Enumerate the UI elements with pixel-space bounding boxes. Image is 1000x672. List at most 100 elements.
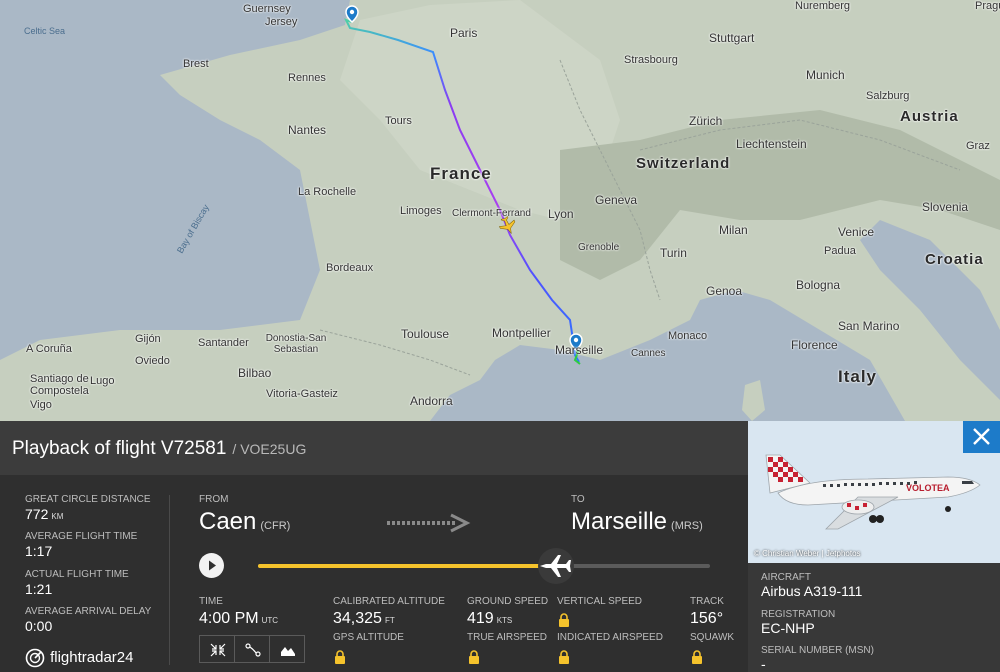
squawk-lock-icon[interactable] <box>691 650 703 664</box>
actual-flight-time-value: 1:21 <box>25 581 53 597</box>
map-label-celtic-sea: Celtic Sea <box>24 26 66 36</box>
map-label-venice: Venice <box>838 225 875 239</box>
indicated-airspeed-lock-icon[interactable] <box>558 650 570 664</box>
map-label-milan: Milan <box>719 223 748 237</box>
callsign-subtitle: / VOE25UG <box>232 441 307 457</box>
avg-arrival-delay-value: 0:00 <box>25 618 53 634</box>
ground-speed-unit: KTS <box>496 616 513 625</box>
map-label-guernsey: Guernsey <box>243 3 291 15</box>
map-label-switzerland: Switzerland <box>636 155 731 172</box>
vertical-speed-lock-icon[interactable] <box>558 613 570 627</box>
map-label-prague: Prague <box>975 0 1000 12</box>
indicated-airspeed-label: INDICATED AIRSPEED <box>557 632 663 643</box>
serial-number-value: - <box>761 656 766 672</box>
vertical-speed-label: VERTICAL SPEED <box>557 596 643 607</box>
map-label-italy: Italy <box>838 367 878 386</box>
map-label-salzburg: Salzburg <box>866 90 910 102</box>
to-label: TO <box>571 494 585 505</box>
flightradar24-logo[interactable]: flightradar24 <box>25 647 133 669</box>
map-label-turin: Turin <box>660 246 687 260</box>
map-label-france: France <box>430 164 492 183</box>
map-label-graz: Graz <box>966 140 990 152</box>
destination-code: (MRS) <box>671 520 703 532</box>
map-label-cannes: Cannes <box>631 348 666 359</box>
time-unit: UTC <box>261 616 279 625</box>
map-label-andorra: Andorra <box>410 394 453 408</box>
map-label-nantes: Nantes <box>288 123 327 137</box>
squawk-label: SQUAWK <box>690 632 735 643</box>
graph-icon <box>281 647 295 656</box>
map-label-lugo: Lugo <box>90 375 115 387</box>
ground-speed-label: GROUND SPEED <box>467 596 549 607</box>
map-label-tours: Tours <box>385 115 412 127</box>
ground-speed-number: 419 <box>467 610 494 627</box>
avg-flight-time-value: 1:17 <box>25 543 53 559</box>
map-label-oviedo: Oviedo <box>135 355 170 367</box>
aircraft-value: Airbus A319-111 <box>761 583 863 599</box>
map-label-liechtenstein: Liechtenstein <box>736 137 807 151</box>
aircraft-label: AIRCRAFT <box>761 572 811 583</box>
map-label-vitoria-gasteiz: Vitoria-Gasteiz <box>266 388 338 400</box>
ground-speed-value: 419 KTS <box>467 610 512 628</box>
time-value: 4:00 PM UTC <box>199 610 278 628</box>
playback-handle[interactable] <box>538 548 575 584</box>
cal-alt-number: 34,325 <box>333 610 382 627</box>
map-label-slovenia: Slovenia <box>922 200 969 214</box>
gps-altitude-label: GPS ALTITUDE <box>333 632 404 643</box>
map-label-austria: Austria <box>900 108 959 125</box>
map-label-grenoble: Grenoble <box>578 242 620 253</box>
map-label-zurich: Zürich <box>689 114 723 128</box>
map-label-donostia: Donostia-San Sebastian <box>265 333 327 355</box>
fullscreen-button[interactable] <box>199 635 235 663</box>
map-label-bilbao: Bilbao <box>238 366 272 380</box>
route-arrow-icon <box>387 513 471 533</box>
map-label-florence: Florence <box>791 338 838 352</box>
map-label-croatia: Croatia <box>925 251 984 268</box>
calibrated-altitude-value: 34,325 FT <box>333 610 395 628</box>
track-value: 156° <box>690 610 724 627</box>
map-label-toulouse: Toulouse <box>401 327 450 341</box>
playback-progress-bar[interactable] <box>258 564 710 568</box>
origin-city: Caen (CFR) <box>199 508 290 536</box>
destination-city: Marseille (MRS) <box>571 508 703 536</box>
altitude-graph-button[interactable] <box>269 635 305 663</box>
avg-arrival-delay-label: AVERAGE ARRIVAL DELAY <box>25 606 152 617</box>
map-label-paris: Paris <box>450 26 478 40</box>
close-button[interactable] <box>963 421 1000 453</box>
true-airspeed-lock-icon[interactable] <box>468 650 480 664</box>
playback-progress-fill <box>258 564 557 568</box>
from-label: FROM <box>199 494 229 505</box>
map-label-marseille: Marseille <box>555 343 604 357</box>
photo-credit[interactable]: © Christian Weber | Jetphotos <box>754 549 861 558</box>
aircraft-info-panel: AIRCRAFT Airbus A319-111 REGISTRATION EC… <box>748 563 1000 672</box>
livery-text: VOLOTEA <box>906 483 950 493</box>
play-button[interactable] <box>199 553 224 578</box>
map-label-lyon: Lyon <box>548 207 574 221</box>
flight-title: Playback of flight V72581 <box>12 438 227 459</box>
time-number: 4:00 PM <box>199 610 259 627</box>
radar-icon <box>25 648 45 667</box>
calibrated-altitude-label: CALIBRATED ALTITUDE <box>333 596 445 607</box>
gc-distance-label: GREAT CIRCLE DISTANCE <box>25 494 151 505</box>
actual-flight-time-label: ACTUAL FLIGHT TIME <box>25 569 129 580</box>
registration-label: REGISTRATION <box>761 609 836 620</box>
aircraft-handle-icon <box>540 555 572 577</box>
gc-distance-unit: KM <box>51 512 64 521</box>
serial-number-label: SERIAL NUMBER (MSN) <box>761 645 874 656</box>
map-label-genoa: Genoa <box>706 284 743 298</box>
map-label-stuttgart: Stuttgart <box>709 31 755 45</box>
route-view-button[interactable] <box>234 635 270 663</box>
cal-alt-unit: FT <box>384 616 395 625</box>
flight-map[interactable]: Guernsey Jersey Paris Stuttgart Munich S… <box>0 0 1000 421</box>
destination-city-name: Marseille <box>571 508 668 535</box>
collapse-arrows-icon <box>210 643 226 657</box>
map-label-a-coruna: A Coruña <box>26 343 72 355</box>
gps-altitude-lock-icon[interactable] <box>334 650 346 664</box>
map-label-limoges: Limoges <box>400 205 442 217</box>
track-label: TRACK <box>690 596 724 607</box>
route-icon <box>245 643 261 657</box>
map-label-bordeaux: Bordeaux <box>326 262 374 274</box>
map-label-nuremberg: Nuremberg <box>795 0 851 12</box>
map-label-strasbourg: Strasbourg <box>624 54 678 66</box>
map-label-geneva: Geneva <box>595 193 638 207</box>
